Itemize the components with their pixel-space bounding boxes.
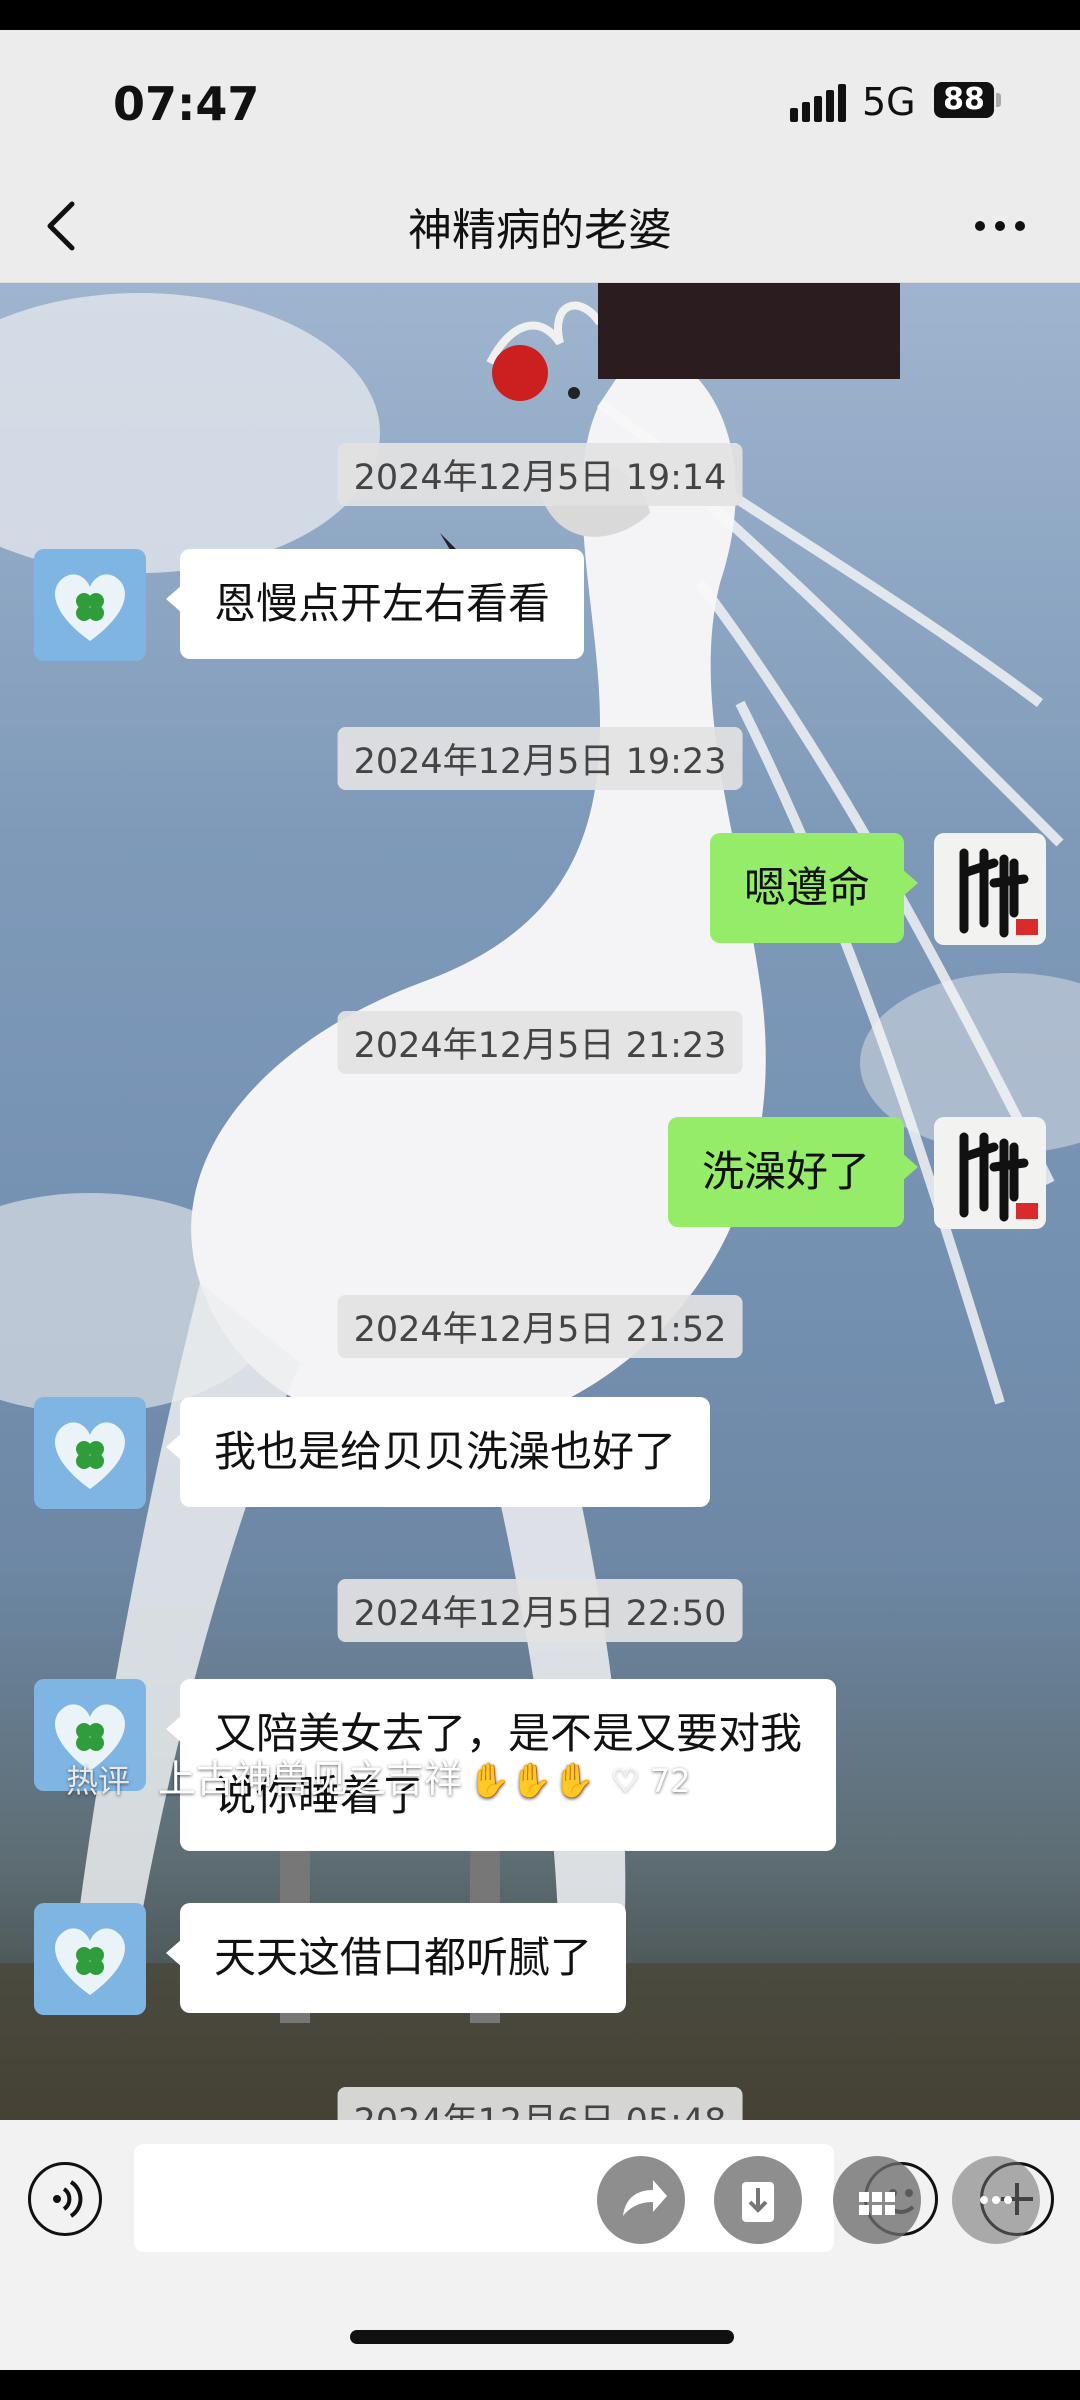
- hot-comment-likes: 72: [649, 1762, 691, 1800]
- voice-button[interactable]: [28, 2162, 102, 2236]
- status-bar: 07:47 5G 88: [0, 30, 1080, 170]
- more-icon: [975, 221, 1025, 231]
- share-icon: [623, 2180, 667, 2216]
- voice-icon: [53, 2180, 83, 2218]
- share-button[interactable]: [597, 2156, 685, 2244]
- clover-avatar-icon: [34, 549, 146, 661]
- message-bubble-self[interactable]: 嗯遵命: [709, 833, 919, 943]
- hot-comment-text: 上古神兽见之吉祥: [158, 1757, 463, 1801]
- message-bubble[interactable]: 恩慢点开左右看看: [165, 549, 585, 659]
- timestamp: 2024年12月5日 21:52: [337, 1295, 743, 1358]
- message-bubble-self[interactable]: 洗澡好了: [667, 1117, 919, 1227]
- timestamp: 2024年12月5日 19:14: [337, 443, 743, 506]
- calligraphy-avatar-icon: [934, 833, 1046, 945]
- message-bubble[interactable]: 天天这借口都听腻了: [165, 1903, 627, 2013]
- avatar-self[interactable]: [934, 833, 1046, 945]
- chat-title: 神精病的老婆: [408, 205, 672, 256]
- heart-icon: ♡: [611, 1762, 650, 1800]
- calligraphy-avatar-icon: [934, 1117, 1046, 1229]
- network-type: 5G: [862, 80, 916, 124]
- battery-tip: [996, 93, 1001, 107]
- clover-avatar-icon: [34, 1903, 146, 2015]
- avatar-self[interactable]: [934, 1117, 1046, 1229]
- battery-icon: 88: [934, 82, 994, 118]
- download-button[interactable]: [714, 2156, 802, 2244]
- chat-header: 神精病的老婆: [0, 170, 1080, 283]
- avatar[interactable]: [34, 1397, 146, 1509]
- status-time: 07:47: [113, 77, 260, 131]
- ellipsis-icon: [980, 2196, 1012, 2204]
- clover-avatar-icon: [34, 1397, 146, 1509]
- timestamp-partial: 2024年12月6日 05:48: [337, 2087, 743, 2120]
- more-button[interactable]: [960, 198, 1040, 254]
- praying-hands-icon: ✋✋✋: [468, 1761, 596, 1801]
- signal-icon: [790, 84, 846, 122]
- phone-screen: 07:47 5G 88 神精病的老婆 2024年12月5日 19:14 恩慢点开…: [0, 0, 1080, 2400]
- hot-comment-tag: 热评: [66, 1762, 131, 1800]
- avatar[interactable]: [34, 549, 146, 661]
- timestamp: 2024年12月5日 21:23: [337, 1011, 743, 1074]
- more-overlay-button[interactable]: [952, 2156, 1040, 2244]
- hot-comment: 热评 上古神兽见之吉祥 ✋✋✋ ♡ 72: [66, 1748, 691, 1803]
- grid-icon: [859, 2192, 895, 2215]
- apps-overlay-button[interactable]: [833, 2156, 921, 2244]
- top-bezel: [0, 0, 1080, 30]
- avatar[interactable]: [34, 1903, 146, 2015]
- download-icon: [742, 2182, 774, 2222]
- message-bubble[interactable]: 我也是给贝贝洗澡也好了: [165, 1397, 711, 1507]
- chat-area[interactable]: 2024年12月5日 19:14 恩慢点开左右看看 2024年12月5日 19:…: [0, 283, 1080, 2120]
- timestamp: 2024年12月5日 19:23: [337, 727, 743, 790]
- timestamp: 2024年12月5日 22:50: [337, 1579, 743, 1642]
- bottom-bezel: [0, 2370, 1080, 2400]
- home-indicator[interactable]: [350, 2330, 734, 2344]
